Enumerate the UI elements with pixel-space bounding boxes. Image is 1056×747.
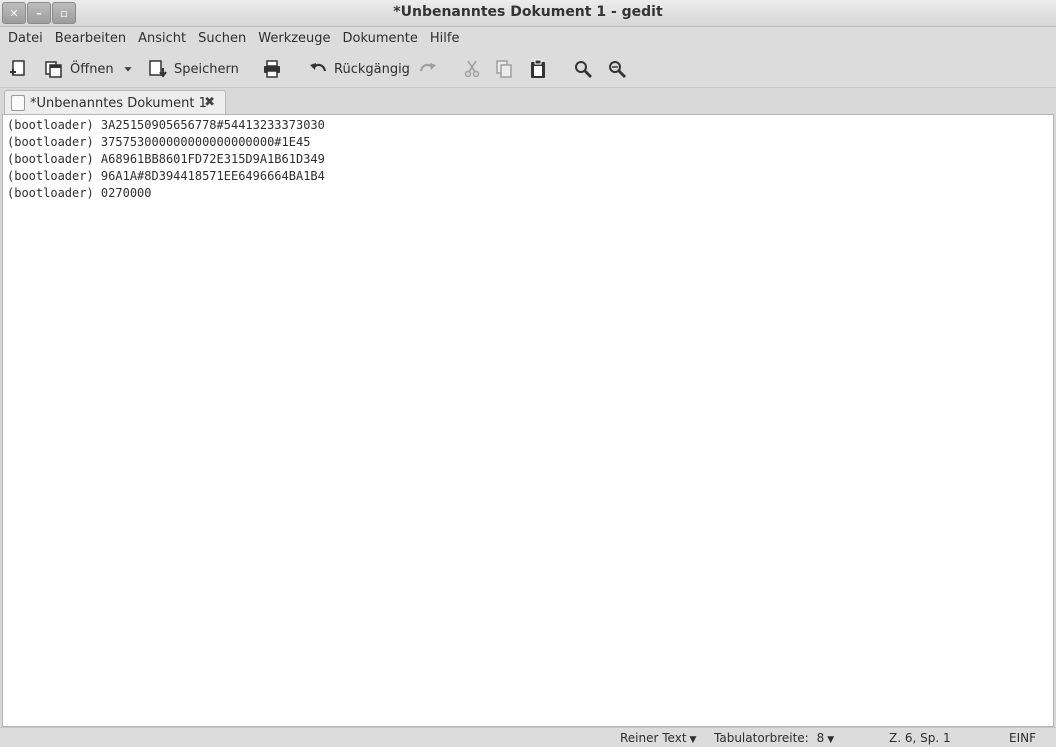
search-icon <box>575 61 592 78</box>
new-document-button[interactable] <box>8 56 28 82</box>
window-title: *Unbenanntes Dokument 1 - gedit <box>393 4 663 20</box>
menu-datei[interactable]: Datei <box>2 31 49 46</box>
tab-width-value: 8 <box>816 731 825 745</box>
tab-label: *Unbenanntes Dokument 1 <box>30 95 207 111</box>
editor-line: (bootloader) 3A25150905656778#5441323337… <box>7 118 325 132</box>
menu-dokumente[interactable]: Dokumente <box>337 31 424 46</box>
cut-button[interactable] <box>462 56 482 82</box>
insert-mode: EINF <box>1009 731 1036 745</box>
menu-bar: Datei Bearbeiten Ansicht Suchen Werkzeug… <box>0 27 1056 50</box>
cursor-position: Z. 6, Sp. 1 <box>889 731 951 745</box>
status-bar: Reiner Text ▼ Tabulatorbreite: 8 ▼ Z. 6, S… <box>0 727 1056 747</box>
paste-button[interactable] <box>528 56 548 82</box>
find-replace-button[interactable] <box>607 56 627 82</box>
menu-hilfe[interactable]: Hilfe <box>424 31 466 46</box>
menu-suchen[interactable]: Suchen <box>192 31 252 46</box>
copy-icon <box>496 60 512 78</box>
syntax-mode-label: Reiner Text <box>620 731 687 745</box>
menu-werkzeuge[interactable]: Werkzeuge <box>252 31 336 46</box>
chevron-down-icon <box>124 67 132 72</box>
printer-icon <box>264 60 280 78</box>
editor-line: (bootloader) A68961BB8601FD72E315D9A1B61… <box>7 152 325 166</box>
tab-width-label: Tabulatorbreite: <box>714 731 809 745</box>
copy-button[interactable] <box>494 56 514 82</box>
undo-label: Rückgängig <box>334 61 410 77</box>
save-label: Speichern <box>174 61 239 77</box>
editor-line: (bootloader) 375753000000000000000000#1E… <box>7 135 311 149</box>
save-button[interactable]: Speichern <box>148 56 239 82</box>
open-label: Öffnen <box>70 61 114 77</box>
clipboard-icon <box>531 59 545 78</box>
open-button[interactable]: Öffnen <box>44 56 114 82</box>
document-tab[interactable]: *Unbenanntes Dokument 1 ✖ <box>4 90 226 115</box>
toolbar: Öffnen Speichern Rückgängig <box>0 50 1056 88</box>
scissors-icon <box>464 60 480 78</box>
redo-icon <box>419 63 436 72</box>
undo-button[interactable]: Rückgängig <box>308 56 410 82</box>
syntax-mode-selector[interactable]: Reiner Text ▼ <box>620 731 696 745</box>
chevron-down-icon: ▼ <box>827 735 835 745</box>
editor-line: (bootloader) 96A1A#8D394418571EE6496664B… <box>7 169 325 183</box>
print-button[interactable] <box>262 56 282 82</box>
new-document-icon <box>10 60 25 76</box>
find-button[interactable] <box>573 56 593 82</box>
text-editor[interactable]: (bootloader) 3A25150905656778#5441323337… <box>2 114 1054 727</box>
save-icon <box>149 60 167 78</box>
redo-button[interactable] <box>418 56 438 82</box>
menu-bearbeiten[interactable]: Bearbeiten <box>49 31 132 46</box>
find-replace-icon <box>609 61 626 78</box>
close-tab-icon[interactable]: ✖ <box>204 95 215 110</box>
recent-files-dropdown[interactable] <box>122 56 134 82</box>
menu-ansicht[interactable]: Ansicht <box>132 31 192 46</box>
editor-line: (bootloader) 0270000 <box>7 186 152 200</box>
chevron-down-icon: ▼ <box>689 735 697 745</box>
open-icon <box>45 61 62 78</box>
title-bar: ✕ – ▫ *Unbenanntes Dokument 1 - gedit <box>0 0 1056 27</box>
undo-icon <box>310 63 327 72</box>
document-tab-bar: *Unbenanntes Dokument 1 ✖ <box>0 88 1056 115</box>
document-icon <box>11 95 25 111</box>
tab-width-selector[interactable]: Tabulatorbreite: 8 ▼ <box>714 731 834 745</box>
